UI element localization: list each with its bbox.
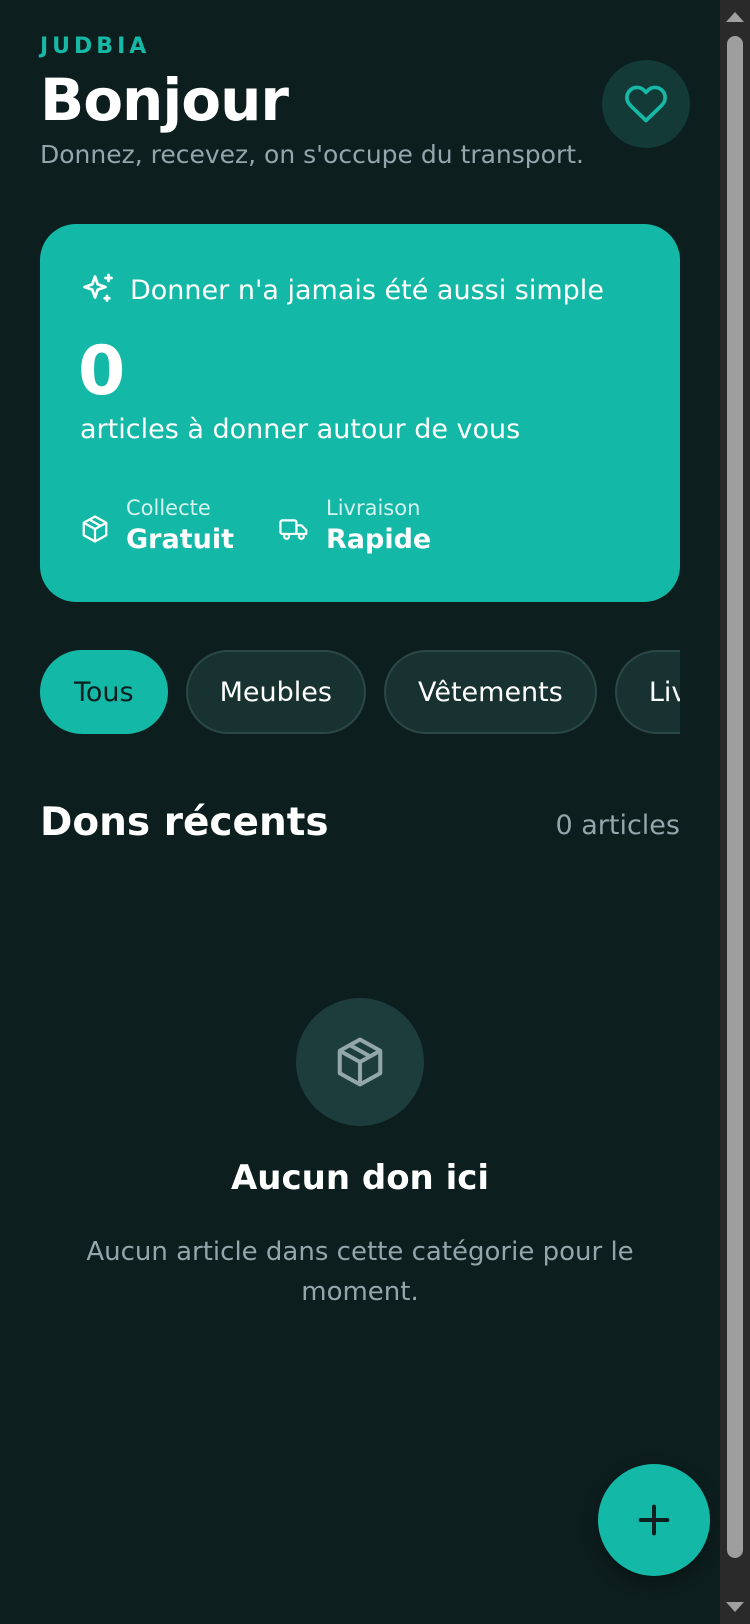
category-chip-tous[interactable]: Tous: [40, 650, 168, 734]
scroll-down-arrow-icon[interactable]: [726, 1602, 744, 1612]
box-icon: [82, 515, 108, 543]
sparkles-icon: [83, 273, 113, 302]
available-description: articles à donner autour de vous: [80, 414, 521, 445]
truck-icon: [279, 519, 308, 540]
section-title: Dons récents: [40, 800, 329, 845]
scroll-up-arrow-icon[interactable]: [726, 12, 744, 22]
section-item-count: 0 articles: [555, 810, 680, 841]
category-chip-meubles[interactable]: Meubles: [185, 650, 366, 734]
plus-icon: [638, 1504, 670, 1536]
stat-value: Gratuit: [126, 524, 234, 555]
stat-label: Livraison: [326, 496, 421, 520]
category-filter: Tous Meubles Vêtements Livr: [40, 650, 680, 734]
hero-tagline-text: Donner n'a jamais été aussi simple: [130, 274, 604, 306]
heart-icon: [625, 85, 667, 123]
stat-collection: Collecte Gratuit: [80, 496, 234, 555]
scrollbar-thumb[interactable]: [727, 36, 743, 1558]
category-chip-vetements[interactable]: Vêtements: [383, 650, 597, 734]
empty-state-description: Aucun article dans cette catégorie pour …: [86, 1237, 634, 1307]
favorites-button[interactable]: [602, 60, 690, 148]
hero-card: Donner n'a jamais été aussi simple 0 art…: [40, 224, 680, 602]
stat-value: Rapide: [326, 524, 432, 555]
stat-delivery: Livraison Rapide: [278, 496, 431, 555]
empty-state-icon: [296, 998, 424, 1126]
add-donation-button[interactable]: [598, 1464, 710, 1576]
page-title: Bonjour: [40, 66, 289, 134]
hero-tagline: Donner n'a jamais été aussi simple: [80, 272, 604, 308]
scrollbar[interactable]: [720, 0, 750, 1624]
box-icon: [337, 1037, 383, 1087]
available-count: 0: [78, 332, 126, 411]
page-subtitle: Donnez, recevez, on s'occupe du transpor…: [40, 140, 584, 169]
stat-label: Collecte: [126, 496, 211, 520]
brand-name: JUDBIA: [40, 34, 151, 59]
category-chip-livres[interactable]: Livr: [614, 650, 680, 734]
empty-state-title: Aucun don ici: [230, 1158, 490, 1198]
app-screen: JUDBIA Bonjour Donnez, recevez, on s'occ…: [0, 0, 750, 1624]
